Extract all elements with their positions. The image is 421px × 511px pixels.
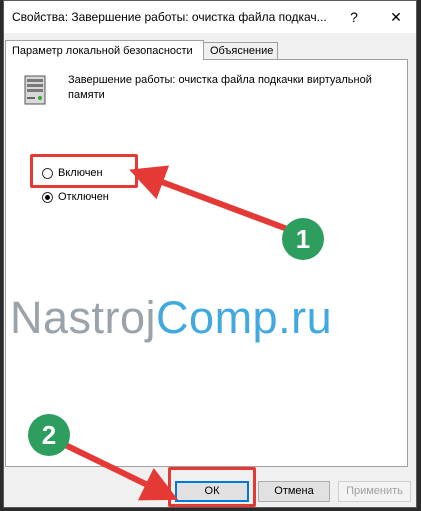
step-badge-2: 2 bbox=[28, 414, 70, 456]
arrow-to-enabled bbox=[129, 165, 292, 233]
tab-local-security-setting[interactable]: Параметр локальной безопасности bbox=[5, 40, 204, 60]
step-badge-1: 1 bbox=[282, 218, 324, 260]
arrow-to-ok bbox=[53, 437, 179, 501]
